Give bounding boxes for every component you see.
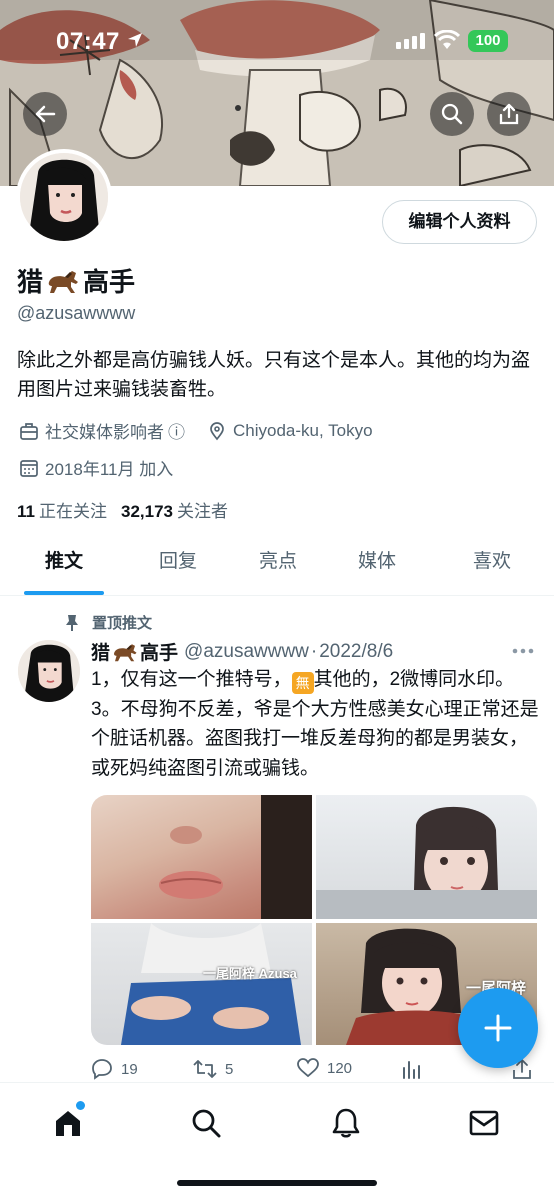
home-icon	[56, 1111, 80, 1136]
profile-joined: 2018年11月 加入	[45, 460, 174, 479]
battery-indicator: 100	[468, 30, 508, 52]
share-icon	[499, 103, 519, 125]
status-bar: 07:47 100	[0, 0, 554, 84]
following-count: 11	[17, 502, 35, 521]
profile-meta-row: 社交媒体影响者 ⓘ Chiyoda-ku, Tokyo	[19, 418, 373, 443]
name-suffix: 高手	[83, 267, 136, 297]
arrow-left-icon	[35, 105, 56, 123]
home-notification-dot	[76, 1101, 85, 1110]
name-suffix: 高手	[140, 643, 179, 664]
heart-icon	[297, 1058, 319, 1078]
pinned-label: 置顶推文	[92, 615, 153, 632]
follow-stats: 11 正在关注 32,173 关注者	[17, 497, 228, 522]
horse-emoji-icon	[48, 270, 79, 293]
media-photo-1[interactable]	[91, 795, 312, 919]
info-icon[interactable]: ⓘ	[168, 418, 185, 443]
tweet-author-handle: @azusawwww	[184, 640, 309, 662]
profile-handle: @azusawwww	[17, 303, 136, 323]
tweet-date[interactable]: 2022/8/6	[319, 641, 393, 663]
profile-tabs: 推文 回复 亮点 媒体 喜欢	[0, 540, 554, 596]
wifi-icon	[434, 30, 460, 49]
tweet-header: 猎 高手 @azusawwww · 2022/8/6	[91, 638, 393, 665]
like-count: 120	[327, 1059, 353, 1077]
profile-joined-row: 2018年11月 加入	[19, 455, 173, 480]
tweet-text: 1，仅有这一个推特号，無其他的，2微博同水印。3。不母狗不反差，爷是个大方性感美…	[91, 665, 539, 783]
following-link[interactable]: 11 正在关注	[17, 497, 107, 522]
status-time: 07:47	[56, 28, 120, 55]
edit-profile-button[interactable]: 编辑个人资料	[382, 200, 537, 244]
pin-icon	[66, 614, 78, 631]
followers-link[interactable]: 32,173 关注者	[121, 497, 228, 522]
nav-search[interactable]	[186, 1103, 226, 1143]
views-button[interactable]	[401, 1058, 431, 1080]
home-indicator	[177, 1180, 377, 1186]
nav-messages[interactable]	[464, 1103, 504, 1143]
calendar-icon	[20, 459, 38, 477]
horse-emoji-icon	[114, 643, 137, 661]
tweet-author-name[interactable]: 猎 高手	[91, 638, 178, 665]
share-button[interactable]	[487, 92, 531, 136]
search-icon	[192, 1109, 221, 1138]
like-button[interactable]: 120	[297, 1058, 352, 1078]
location-arrow-icon	[128, 33, 142, 47]
photo-image	[121, 923, 301, 1045]
retweet-icon	[193, 1060, 217, 1078]
tab-media[interactable]: 媒体	[327, 540, 427, 596]
more-options-icon[interactable]	[512, 648, 534, 654]
tweet-actions: 19 5 120	[91, 1058, 537, 1082]
profile-category: 社交媒体影响者	[45, 423, 164, 442]
briefcase-icon	[20, 422, 38, 440]
tab-replies[interactable]: 回复	[128, 540, 228, 596]
pinned-indicator: 置顶推文	[64, 612, 152, 633]
retweet-count: 5	[225, 1060, 234, 1078]
photo-image	[159, 795, 312, 919]
plus-icon	[484, 1014, 512, 1042]
tweet-separator: ·	[310, 640, 318, 662]
bell-icon	[332, 1108, 360, 1138]
photo-watermark: 一尾阿梓 Azusa	[203, 966, 297, 981]
retweet-button[interactable]: 5	[193, 1058, 233, 1080]
search-button[interactable]	[430, 92, 474, 136]
name-prefix: 猎	[17, 267, 44, 297]
location-pin-icon	[210, 421, 224, 440]
nav-notifications[interactable]	[326, 1103, 366, 1143]
nav-home[interactable]	[48, 1101, 88, 1143]
profile-display-name: 猎 高手	[17, 262, 135, 299]
reply-button[interactable]: 19	[91, 1058, 138, 1080]
tab-tweets[interactable]: 推文	[14, 540, 114, 596]
mail-icon	[469, 1110, 499, 1136]
reply-count: 19	[121, 1060, 138, 1078]
avatar-image	[18, 640, 80, 702]
tab-likes[interactable]: 喜欢	[442, 540, 542, 596]
profile-location: Chiyoda-ku, Tokyo	[233, 420, 373, 440]
media-photo-3[interactable]: 一尾阿梓 Azusa	[91, 923, 312, 1045]
tweet-avatar[interactable]	[18, 640, 80, 702]
following-label: 正在关注	[38, 502, 107, 521]
no-charge-badge-icon: 無	[291, 672, 314, 694]
tab-highlights[interactable]: 亮点	[228, 540, 328, 596]
signal-icon	[396, 33, 425, 49]
search-icon	[441, 103, 463, 125]
compose-tweet-button[interactable]	[458, 988, 538, 1068]
media-photo-2[interactable]	[316, 795, 537, 919]
followers-count: 32,173	[120, 502, 173, 521]
tweet-text-part1: 1，仅有这一个推特号，	[91, 669, 292, 690]
photo-image	[316, 806, 537, 919]
profile-bio: 除此之外都是高仿骗钱人妖。只有这个是本人。其他的均为盗用图片过来骗钱装畜牲。	[17, 350, 531, 400]
analytics-icon	[403, 1061, 420, 1079]
name-prefix: 猎	[91, 643, 111, 664]
avatar-image	[20, 153, 108, 241]
followers-label: 关注者	[176, 502, 228, 521]
back-button[interactable]	[23, 92, 67, 136]
active-tab-indicator	[24, 591, 104, 595]
reply-icon	[92, 1059, 112, 1080]
profile-avatar[interactable]	[16, 149, 112, 245]
